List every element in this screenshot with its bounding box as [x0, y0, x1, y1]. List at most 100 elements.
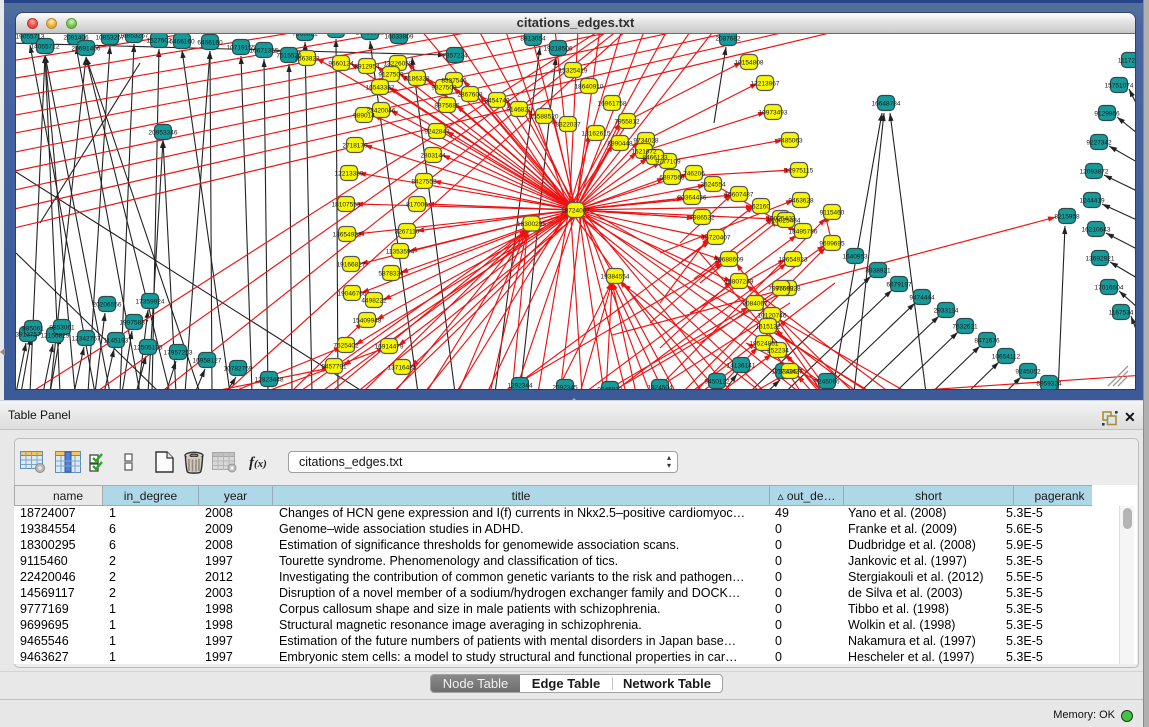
svg-text:12093872: 12093872 [1080, 169, 1109, 176]
svg-text:12213967: 12213967 [751, 81, 780, 88]
svg-text:9463628: 9463628 [788, 198, 814, 205]
svg-text:10671355: 10671355 [250, 48, 279, 55]
svg-text:12975115: 12975115 [785, 168, 814, 175]
svg-text:1244419: 1244419 [1079, 198, 1105, 205]
svg-text:12823448: 12823448 [255, 377, 284, 384]
svg-text:17016504: 17016504 [1095, 285, 1124, 292]
svg-text:8471676: 8471676 [974, 338, 1000, 345]
svg-text:8466123: 8466123 [642, 155, 668, 162]
svg-text:9245013: 9245013 [597, 387, 623, 389]
svg-text:1145193: 1145193 [104, 338, 129, 345]
svg-text:8875685: 8875685 [434, 103, 460, 110]
svg-text:13226058: 13226058 [384, 61, 413, 68]
svg-text:1824504: 1824504 [647, 385, 673, 389]
svg-text:9734028: 9734028 [633, 138, 659, 145]
svg-text:8186328: 8186328 [404, 76, 430, 83]
svg-text:10120746: 10120746 [758, 313, 787, 320]
svg-text:3267110: 3267110 [395, 229, 420, 236]
svg-text:2867608: 2867608 [457, 92, 483, 99]
svg-text:7357224: 7357224 [442, 53, 468, 60]
svg-text:9245066: 9245066 [814, 379, 840, 386]
svg-text:16961758: 16961758 [598, 101, 627, 108]
svg-text:20364436: 20364436 [678, 195, 707, 202]
svg-text:9699695: 9699695 [819, 241, 845, 248]
svg-text:9457791: 9457791 [321, 364, 347, 371]
svg-text:16033809: 16033809 [385, 34, 414, 41]
svg-text:16033808: 16033808 [356, 34, 385, 37]
svg-text:8427552: 8427552 [411, 179, 437, 186]
svg-text:18654933: 18654933 [333, 232, 362, 239]
svg-text:9084067: 9084067 [742, 301, 768, 308]
svg-text:15588520: 15588520 [530, 114, 559, 121]
svg-text:6897568: 6897568 [659, 175, 685, 182]
svg-text:6466160: 6466160 [169, 39, 195, 46]
svg-text:6679197: 6679197 [886, 282, 912, 289]
svg-text:2091406: 2091406 [63, 35, 89, 42]
svg-text:10607487: 10607487 [725, 192, 754, 199]
svg-text:8322037: 8322037 [555, 122, 581, 129]
svg-text:8327546: 8327546 [441, 78, 467, 85]
svg-text:8813054: 8813054 [520, 36, 546, 43]
svg-text:17957253: 17957253 [164, 350, 193, 357]
svg-text:19055713: 19055713 [16, 34, 45, 41]
svg-text:5878334: 5878334 [378, 271, 404, 278]
svg-text:2803144: 2803144 [420, 153, 446, 160]
svg-text:13692921: 13692921 [1086, 256, 1115, 263]
svg-text:1733427: 1733427 [777, 369, 803, 376]
svg-text:7625402: 7625402 [333, 343, 359, 350]
svg-text:15751074: 15751074 [1105, 83, 1134, 90]
svg-text:20953346: 20953346 [149, 130, 178, 137]
svg-text:13325419: 13325419 [559, 68, 588, 75]
svg-text:19218506: 19218506 [544, 46, 573, 53]
svg-text:10154808: 10154808 [735, 60, 764, 67]
svg-text:12505135: 12505135 [134, 345, 163, 352]
svg-text:2087682: 2087682 [715, 36, 741, 43]
svg-text:9115460: 9115460 [820, 210, 845, 217]
svg-text:16914479: 16914479 [375, 344, 404, 351]
svg-text:1167534: 1167534 [1109, 310, 1134, 317]
svg-text:10688609: 10688609 [715, 257, 744, 264]
svg-text:19654923: 19654923 [779, 257, 808, 264]
svg-text:12342757: 12342757 [72, 336, 101, 343]
svg-text:746206: 746206 [683, 171, 705, 178]
svg-text:16853267: 16853267 [120, 34, 149, 40]
svg-text:9127509: 9127509 [378, 72, 404, 79]
svg-text:9660123: 9660123 [323, 34, 349, 35]
svg-text:10025434: 10025434 [772, 218, 801, 225]
svg-text:1292344: 1292344 [507, 383, 533, 389]
svg-text:62160: 62160 [752, 204, 770, 211]
svg-text:19384554: 19384554 [601, 274, 630, 281]
svg-text:16648784: 16648784 [872, 101, 901, 108]
svg-text:18807249: 18807249 [725, 279, 754, 286]
svg-text:9853061: 9853061 [49, 325, 75, 332]
svg-text:9242843: 9242843 [424, 129, 450, 136]
svg-text:15720407: 15720407 [702, 235, 731, 242]
svg-text:8912954: 8912954 [354, 64, 380, 71]
svg-text:2092345: 2092345 [552, 385, 578, 389]
svg-text:12213389: 12213389 [335, 171, 364, 178]
svg-text:7955812: 7955812 [614, 119, 640, 126]
svg-text:11353594: 11353594 [386, 249, 415, 256]
svg-text:1615132: 1615132 [755, 324, 781, 331]
svg-text:19166827: 19166827 [337, 262, 366, 269]
svg-text:2933114: 2933114 [934, 308, 959, 315]
svg-text:9146821: 9146821 [506, 107, 532, 114]
svg-text:15409948: 15409948 [353, 318, 382, 325]
svg-text:20691406: 20691406 [72, 46, 101, 53]
svg-text:252234: 252234 [767, 348, 789, 355]
svg-text:9129966: 9129966 [1094, 111, 1120, 118]
svg-text:7663821: 7663821 [292, 34, 318, 38]
svg-text:9227342: 9227342 [1086, 140, 1112, 147]
svg-text:17359924: 17359924 [136, 299, 165, 306]
svg-text:1640953: 1640953 [842, 254, 868, 261]
svg-text:14136141: 14136141 [727, 363, 756, 370]
svg-text:10654112: 10654112 [992, 354, 1021, 361]
svg-text:7632621: 7632621 [952, 324, 978, 331]
svg-text:18107553: 18107553 [332, 202, 361, 209]
svg-text:14055712: 14055712 [31, 44, 60, 51]
svg-text:9474444: 9474444 [909, 295, 935, 302]
svg-text:885061: 885061 [22, 326, 44, 333]
svg-text:9245052: 9245052 [1015, 369, 1041, 376]
svg-text:7485063: 7485063 [777, 138, 803, 145]
svg-text:18300295: 18300295 [517, 221, 546, 228]
